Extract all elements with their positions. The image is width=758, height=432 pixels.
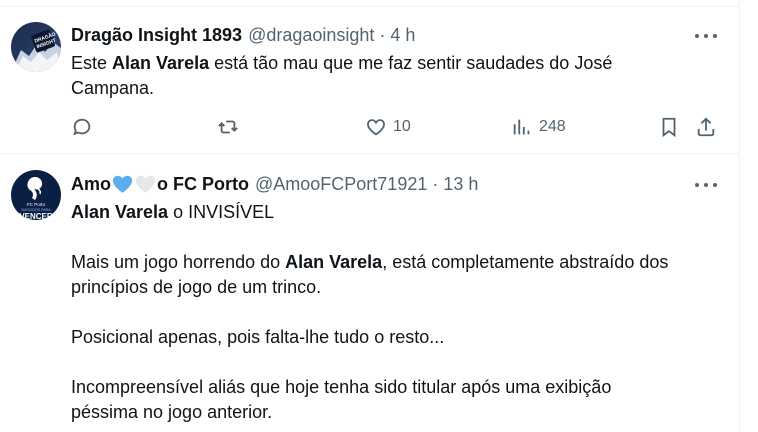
like-icon [367,119,385,136]
like-button[interactable]: 10 [365,114,411,140]
timeline: DRAGÃO INSIGHT Dragão Insight 1893 @drag… [0,0,740,432]
author-name-part: o FC Porto [157,173,249,194]
retweet-button[interactable] [217,114,239,140]
avatar[interactable]: FC Porto NASCIDOS PARA VENCER [11,170,61,220]
timestamp[interactable]: 13 h [443,174,478,195]
tweet-header: Dragão Insight 1893 @dragaoinsight · 4 h [71,23,415,47]
more-icon[interactable] [695,31,717,41]
author-name[interactable]: Amo o FC Porto [71,174,249,195]
avatar-text: VENCER [19,212,53,220]
text-bold: Alan Varela [112,53,210,73]
retweet-icon [218,120,238,134]
text-segment: péssima no jogo anterior. [71,402,273,422]
text-segment: está tão mau que me faz sentir saudades … [209,53,613,73]
tweet[interactable]: DRAGÃO INSIGHT Dragão Insight 1893 @drag… [0,6,740,154]
more-icon[interactable] [695,180,717,190]
views-icon [513,119,530,135]
text-bold: Alan Varela [71,202,169,222]
text-segment: Mais um jogo horrendo do [71,252,286,272]
share-icon [697,117,715,137]
share-button[interactable] [695,114,717,140]
text-segment: Incompreensível aliás que hoje tenha sid… [71,377,612,397]
avatar-text: FC Porto [27,202,46,207]
text-segment: Campana. [71,78,155,98]
blue-heart-icon [112,175,133,193]
bookmark-button[interactable] [658,114,680,140]
reply-button[interactable] [71,114,93,140]
tweet[interactable]: FC Porto NASCIDOS PARA VENCER Amo o FC Po… [0,155,740,432]
author-name[interactable]: Dragão Insight 1893 [71,25,242,46]
action-bar: 10 248 [71,114,721,140]
text-segment: Este [71,53,113,73]
tweet-header: Amo o FC Porto @AmooFCPort71921 · 13 h [71,172,478,196]
author-name-part: Amo [71,173,111,194]
text-segment: o INVISÍVEL [168,202,275,222]
separator: · [432,173,439,194]
author-handle[interactable]: @AmooFCPort71921 [255,174,427,195]
views-count: 248 [539,118,566,135]
text-segment: , está completamente abstraído dos [382,252,669,272]
tweet-text: Este Alan Varela está tão mau que me faz… [71,51,721,101]
text-bold: Alan Varela [285,252,383,272]
reply-icon [73,118,91,136]
right-gutter [740,0,758,432]
timestamp[interactable]: 4 h [390,25,415,46]
avatar[interactable]: DRAGÃO INSIGHT [11,22,61,72]
text-segment: Posicional apenas, pois falta-lhe tudo o… [71,327,445,347]
author-handle[interactable]: @dragaoinsight [248,25,374,46]
like-count: 10 [393,118,411,135]
text-segment: princípios de jogo de um trinco. [71,277,322,297]
tweet-text: Alan Varela o INVISÍVEL Mais um jogo hor… [71,200,721,425]
bookmark-icon [662,117,676,138]
white-heart-icon [135,175,156,193]
views-button[interactable]: 248 [511,114,566,140]
separator: · [379,24,386,45]
